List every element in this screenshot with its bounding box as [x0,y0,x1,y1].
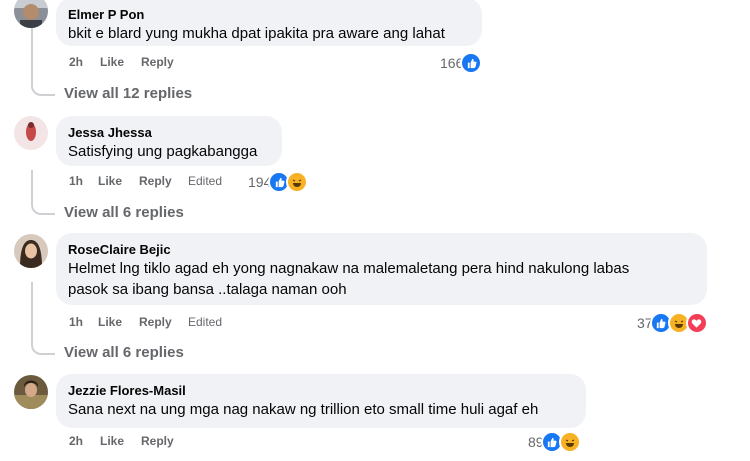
like-button[interactable]: Like [98,315,122,329]
haha-icon [286,171,309,193]
comment-time[interactable]: 2h [69,55,83,69]
comment-text-line: Helmet lng tiklo agad eh yong nagnakaw n… [68,260,630,277]
reply-button[interactable]: Reply [139,315,172,329]
comment-time[interactable]: 1h [69,315,83,329]
edited-label: Edited [188,174,223,188]
comment-author[interactable]: Jezzie Flores-Masil [68,382,574,399]
comment-author[interactable]: Elmer P Pon [68,6,470,23]
comment-author[interactable]: RoseClaire Bejic [68,241,695,258]
thread-line [31,282,55,355]
like-icon [460,52,483,74]
reply-button[interactable]: Reply [141,434,174,448]
reply-button[interactable]: Reply [141,55,174,69]
view-replies-link[interactable]: View all 6 replies [64,204,184,221]
reaction-summary[interactable]: 37 [637,312,708,334]
reaction-summary[interactable]: 166 [440,52,483,74]
thread-line [31,170,55,215]
haha-icon [558,431,581,453]
comment-text: Satisfying ung pagkabangga [68,143,258,160]
avatar[interactable] [14,234,48,268]
avatar[interactable] [14,0,48,28]
reaction-summary[interactable]: 89 [528,431,581,453]
reaction-summary[interactable]: 194 [248,171,309,193]
like-button[interactable]: Like [98,174,122,188]
view-replies-link[interactable]: View all 6 replies [64,344,184,361]
avatar[interactable] [14,375,48,409]
comment-bubble: Jessa Jhessa Satisfying ung pagkabangga [56,116,282,166]
comment-time[interactable]: 1h [69,174,83,188]
comment-bubble: Elmer P Pon bkit e blard yung mukha dpat… [56,0,482,46]
reply-button[interactable]: Reply [139,174,172,188]
comment-text: bkit e blard yung mukha dpat ipakita pra… [68,25,445,42]
love-icon [685,312,708,334]
comment-text: Sana next na ung mga nag nakaw ng trilli… [68,401,539,418]
comment-time[interactable]: 2h [69,434,83,448]
avatar[interactable] [14,116,48,150]
comment-text-line: pasok sa ibang bansa ..talaga naman ooh [68,281,347,298]
comment-author[interactable]: Jessa Jhessa [68,124,270,141]
like-button[interactable]: Like [100,434,124,448]
thread-line [31,58,55,96]
comment-bubble: Jezzie Flores-Masil Sana next na ung mga… [56,374,586,428]
comment-bubble: RoseClaire Bejic Helmet lng tiklo agad e… [56,233,707,305]
edited-label: Edited [188,315,223,329]
view-replies-link[interactable]: View all 12 replies [64,85,192,102]
like-button[interactable]: Like [100,55,124,69]
